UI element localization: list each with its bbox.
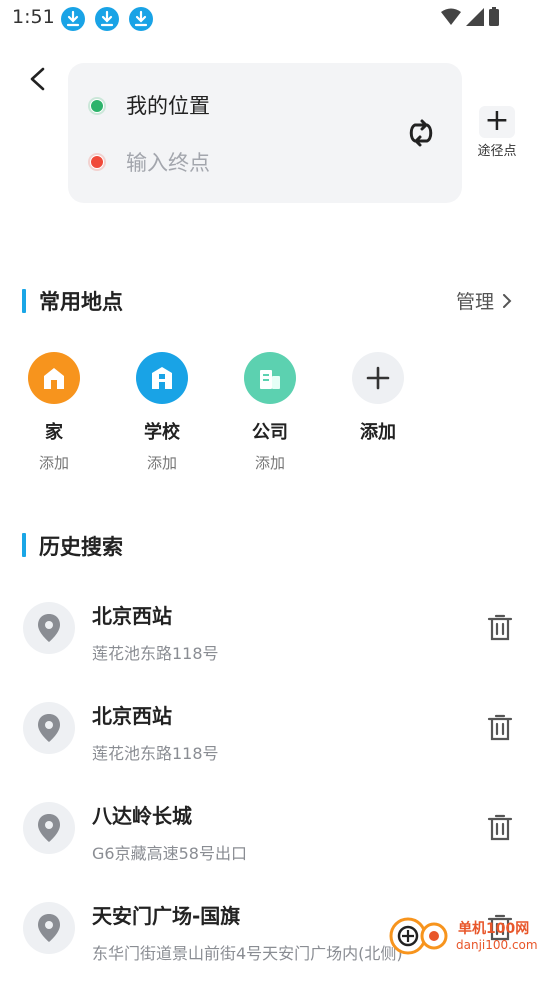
common-places-title: 常用地点 [39,290,123,314]
place-sub: 添加 [254,454,285,472]
history-title-text: 北京西站 [92,704,172,728]
history-title-text: 天安门广场-国旗 [92,904,241,928]
status-bar: 1:51 [0,0,540,36]
swap-icon [409,119,433,147]
place-name: 公司 [252,422,288,443]
manage-button[interactable]: 管理 [456,287,512,314]
section-accent-bar [22,289,26,313]
plus-icon [352,352,404,404]
manage-label: 管理 [455,291,494,313]
watermark-url: danji100.com [456,938,538,952]
place-name: 学校 [144,422,180,443]
trash-icon [487,614,513,641]
delete-button[interactable] [487,714,513,742]
location-pin-icon [23,602,75,654]
history-title: 历史搜索 [39,535,123,559]
watermark-logo: 单机100网 danji100.com [388,912,538,958]
history-address: 东华门街道景山前街4号天安门广场内(北侧) [92,944,403,963]
destination-input[interactable]: 输入终点 [126,147,210,177]
history-title-text: 八达岭长城 [92,804,192,828]
end-dot-icon [90,155,104,169]
route-input-card: 我的位置 输入终点 [68,63,462,203]
history-item[interactable]: 北京西站 莲花池东路118号 [0,702,540,802]
place-add[interactable]: 添加 [348,352,408,444]
download-icon [95,7,119,31]
start-location-field[interactable]: 我的位置 [126,90,210,120]
swap-route-button[interactable] [406,115,436,151]
place-name: 家 [45,422,63,443]
home-icon [28,352,80,404]
history-item[interactable]: 八达岭长城 G6京藏高速58号出口 [0,802,540,902]
school-icon [136,352,188,404]
place-name: 添加 [360,422,396,443]
trash-icon [487,714,513,741]
delete-button[interactable] [487,614,513,642]
watermark-logo-icon [389,917,448,955]
add-waypoint-button[interactable]: + 途径点 [474,106,520,160]
location-pin-icon [23,902,75,954]
waypoint-label: 途径点 [477,144,517,159]
place-school[interactable]: 学校 添加 [132,352,192,473]
history-address: 莲花池东路118号 [92,744,219,763]
company-icon [244,352,296,404]
history-address: G6京藏高速58号出口 [92,844,247,863]
download-icon [61,7,85,31]
location-pin-icon [23,702,75,754]
place-sub: 添加 [146,454,177,472]
chevron-right-icon [502,291,512,313]
back-button[interactable] [24,62,52,98]
download-icon [129,7,153,31]
chevron-left-icon [30,67,45,91]
history-title-text: 北京西站 [92,604,172,628]
status-time: 1:51 [12,6,55,28]
section-accent-bar [22,533,26,557]
delete-button[interactable] [487,814,513,842]
system-status-icons [441,7,499,26]
plus-icon: + [479,106,515,138]
trash-icon [487,814,513,841]
place-home[interactable]: 家 添加 [24,352,84,473]
watermark-brand: 单机100网 [458,921,530,937]
place-company[interactable]: 公司 添加 [240,352,300,473]
place-sub: 添加 [38,454,69,472]
history-item[interactable]: 北京西站 莲花池东路118号 [0,602,540,702]
location-pin-icon [23,802,75,854]
start-dot-icon [90,99,104,113]
history-address: 莲花池东路118号 [92,644,219,663]
